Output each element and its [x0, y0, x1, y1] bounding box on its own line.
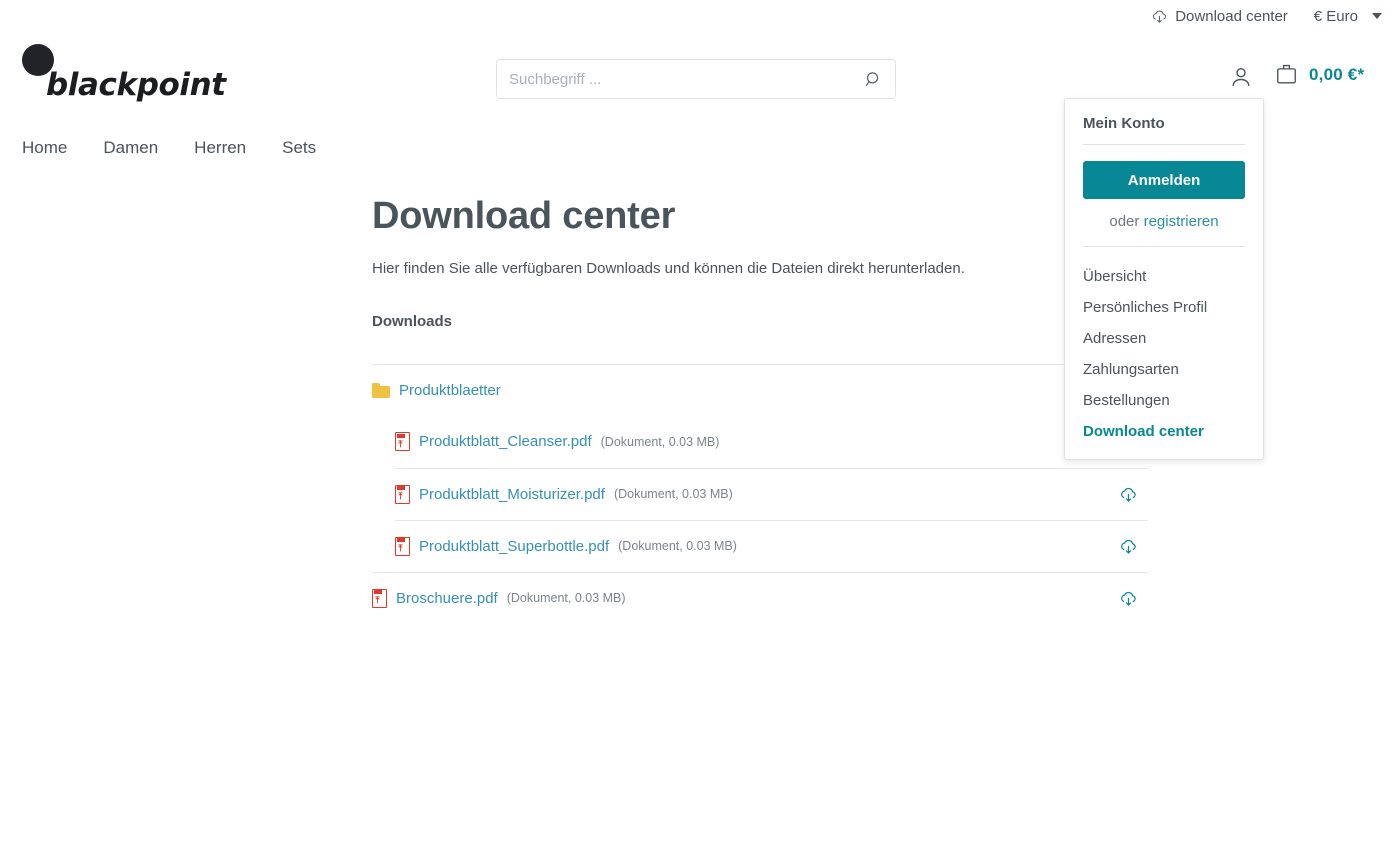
account-button[interactable]: [1228, 64, 1256, 92]
download-button[interactable]: [1108, 537, 1148, 556]
download-button[interactable]: [1108, 589, 1148, 608]
logo-wordmark: blackpoint: [46, 67, 226, 103]
pdf-file-icon: ⤒: [395, 536, 410, 556]
search-box: [496, 59, 896, 99]
nav-item-herren[interactable]: Herren: [176, 139, 264, 156]
nav-item-damen[interactable]: Damen: [85, 139, 176, 156]
page-title: Download center: [372, 195, 676, 237]
download-row: ⤒ Broschuere.pdf (Dokument, 0.03 MB): [372, 571, 1148, 624]
pdf-file-icon: ⤒: [372, 588, 387, 608]
currency-label: € Euro: [1313, 7, 1358, 25]
download-row: ⤒ Produktblatt_Cleanser.pdf (Dokument, 0.0…: [395, 416, 1148, 468]
folder-icon: [372, 382, 390, 398]
row-main: ⤒ Produktblatt_Moisturizer.pdf (Dokument, …: [395, 484, 1108, 504]
file-meta: (Dokument, 0.03 MB): [506, 591, 626, 606]
row-main: Produktblaetter: [372, 382, 1108, 399]
page-subtitle: Hier finden Sie alle verfügbaren Downloa…: [372, 259, 965, 277]
pdf-file-icon: ⤒: [395, 484, 410, 504]
file-name-produktblatt-moisturizer-pdf[interactable]: Produktblatt_Moisturizer.pdf: [419, 486, 605, 503]
cart-button[interactable]: 0,00 €*: [1274, 62, 1364, 87]
chevron-down-icon: [1372, 13, 1382, 19]
search-icon: [864, 70, 883, 89]
top-utility-bar: Download center € Euro: [0, 0, 1398, 32]
file-meta: (Dokument, 0.03 MB): [613, 487, 733, 502]
divider: [1083, 144, 1245, 145]
folder-row: Produktblaetter: [372, 363, 1148, 416]
register-link[interactable]: registrieren: [1144, 213, 1219, 230]
download-row: ⤒ Produktblatt_Superbottle.pdf (Dokument, …: [395, 519, 1148, 572]
cloud-download-icon: [1119, 589, 1138, 608]
main-content: Download center Hier finden Sie alle ver…: [372, 195, 1148, 624]
page-root: Download center € Euro blackpoint Suchbe…: [0, 0, 1398, 868]
cloud-download-icon: [1119, 485, 1138, 504]
login-button[interactable]: Anmelden: [1083, 161, 1245, 199]
nav-item-home[interactable]: Home: [22, 139, 85, 156]
row-main: ⤒ Produktblatt_Cleanser.pdf (Dokument, 0.0…: [395, 432, 1108, 452]
nav-item-sets[interactable]: Sets: [264, 139, 334, 156]
account-menu-item-bersicht[interactable]: Übersicht: [1083, 261, 1245, 292]
search-submit-button[interactable]: [851, 60, 895, 98]
account-dropdown-title: Mein Konto: [1083, 115, 1165, 132]
pdf-file-icon: ⤒: [395, 432, 410, 452]
account-dropdown-panel: Mein Konto Anmelden oder registrieren Üb…: [1064, 98, 1264, 460]
row-main: ⤒ Produktblatt_Superbottle.pdf (Dokument, …: [395, 536, 1108, 556]
file-meta: (Dokument, 0.03 MB): [618, 539, 737, 554]
file-name-produktblatt-cleanser-pdf[interactable]: Produktblatt_Cleanser.pdf: [419, 433, 592, 450]
file-name-broschuere-pdf[interactable]: Broschuere.pdf: [396, 590, 498, 607]
account-menu-item-adressen[interactable]: Adressen: [1083, 323, 1245, 354]
register-hint-prefix: oder: [1109, 213, 1144, 230]
downloads-section-title: Downloads: [372, 312, 453, 330]
download-button[interactable]: [1108, 485, 1148, 504]
topbar-download-center-link[interactable]: Download center: [1151, 8, 1288, 25]
cloud-download-icon: [1151, 8, 1168, 25]
cart-total-amount: 0,00 €*: [1309, 64, 1365, 84]
row-main: ⤒ Broschuere.pdf (Dokument, 0.03 MB): [372, 588, 1108, 608]
search-input[interactable]: [497, 60, 851, 98]
bag-icon: [1274, 62, 1299, 87]
user-icon: [1232, 67, 1250, 86]
currency-switcher[interactable]: € Euro: [1314, 9, 1382, 24]
account-menu-item-bestellungen[interactable]: Bestellungen: [1083, 385, 1245, 416]
download-row: ⤒ Produktblatt_Moisturizer.pdf (Dokument, …: [395, 467, 1148, 520]
cloud-download-icon: [1119, 537, 1138, 556]
register-hint: oder registrieren: [1083, 213, 1245, 230]
account-menu-item-zahlungsarten[interactable]: Zahlungsarten: [1083, 354, 1245, 385]
account-dropdown-links: Übersicht Persönliches Profil Adressen Zahl…: [1083, 246, 1245, 447]
file-name-produktblatt-superbottle-pdf[interactable]: Produktblatt_Superbottle.pdf: [419, 538, 609, 555]
account-menu-item-download-center[interactable]: Download center: [1083, 416, 1245, 447]
account-menu-item-pers-nliches-profil[interactable]: Persönliches Profil: [1083, 292, 1245, 323]
topbar-download-center-label: Download center: [1175, 7, 1288, 25]
downloads-list: Produktblaetter ⤒ Produktblatt_Cleanser.pd…: [372, 363, 1148, 624]
site-logo[interactable]: blackpoint: [22, 40, 252, 106]
file-meta: (Dokument, 0.03 MB): [600, 434, 720, 449]
folder-name-produktblaetter[interactable]: Produktblaetter: [399, 382, 501, 399]
